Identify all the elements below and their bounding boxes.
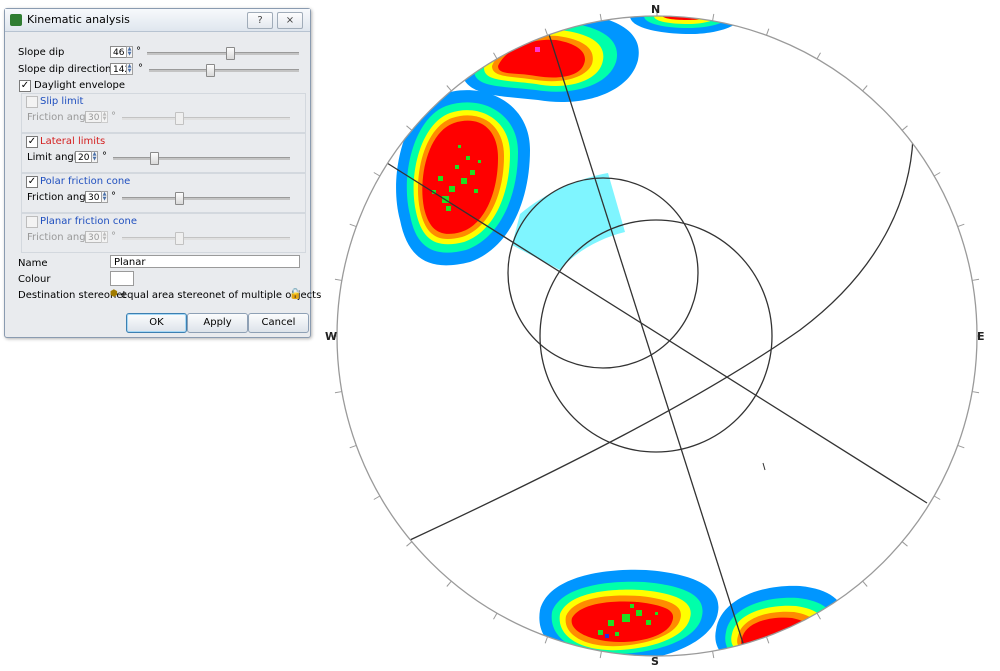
slip-limit-friction-spinner[interactable]: ▲ ▼	[101, 111, 108, 123]
apply-button[interactable]: Apply	[187, 313, 248, 333]
slip-limit-friction-slider-track[interactable]	[122, 117, 290, 120]
degree-tick	[544, 636, 549, 644]
slope-dip-direction-spinner[interactable]: ▲ ▼	[126, 63, 133, 75]
polar-friction-slider-thumb[interactable]	[174, 192, 184, 205]
planar-friction-cone-label: Planar friction cone	[40, 216, 138, 227]
pole-density-cluster-north	[630, 16, 741, 34]
pole-density-cluster-south	[539, 569, 719, 656]
degree-tick	[712, 651, 715, 659]
cancel-button[interactable]: Cancel	[248, 313, 309, 333]
degree-tick	[972, 391, 980, 394]
degree-tick	[599, 13, 602, 21]
degree-tick	[901, 541, 908, 547]
help-button[interactable]: ?	[247, 12, 273, 29]
slope-direction-line	[546, 27, 751, 656]
polar-friction-cone-label: Polar friction cone	[40, 176, 131, 187]
west-label: W	[325, 330, 338, 343]
slope-dip-label: Slope dip	[18, 47, 65, 58]
ok-button[interactable]: OK	[126, 313, 187, 333]
slip-limit-label: Slip limit	[40, 96, 84, 107]
degree-tick	[862, 85, 868, 92]
polar-friction-cone-checkbox[interactable]: ✓	[26, 176, 38, 188]
pole-density-cluster-southeast	[715, 585, 844, 656]
pole-density-cluster-west	[396, 90, 530, 266]
degree-tick	[373, 495, 381, 500]
daylight-envelope-checkbox[interactable]: ✓	[19, 80, 31, 92]
degree-tick	[544, 28, 549, 36]
limit-angle-spinner[interactable]: ▲ ▼	[91, 151, 98, 163]
degree-tick	[765, 636, 770, 644]
slope-dip-direction-label: Slope dip direction	[18, 64, 112, 75]
east-label: E	[977, 330, 985, 343]
degree-tick	[373, 172, 381, 177]
slip-limit-friction-unit: °	[111, 111, 116, 122]
slope-dip-slider-track[interactable]	[147, 52, 299, 55]
stereonet-object-icon: ⬢	[110, 289, 118, 299]
slip-limit-friction-slider-thumb[interactable]	[174, 112, 184, 125]
degree-tick	[901, 125, 908, 131]
degree-tick	[446, 85, 452, 92]
limit-angle-slider-thumb[interactable]	[150, 152, 160, 165]
degree-tick	[493, 612, 498, 620]
dialog-titlebar[interactable]: Kinematic analysis ? ⨯	[5, 9, 310, 32]
unlock-icon[interactable]: 🔓	[289, 289, 301, 300]
degree-tick	[957, 444, 965, 449]
polar-friction-angle-spinner[interactable]: ▲ ▼	[101, 191, 108, 203]
app-logo-icon	[10, 14, 22, 26]
degree-tick	[765, 28, 770, 36]
kinematic-analysis-dialog: Kinematic analysis ? ⨯ Slope dip 46 ▲ ▼ °…	[4, 8, 321, 338]
close-button[interactable]: ⨯	[277, 12, 303, 29]
degree-tick	[712, 13, 715, 21]
degree-tick	[406, 125, 413, 131]
slope-dip-direction-slider-track[interactable]	[149, 69, 299, 72]
degree-ticks	[330, 9, 984, 663]
dip-tick	[762, 462, 766, 471]
planar-friction-slider-thumb[interactable]	[174, 232, 184, 245]
planar-friction-angle-spinner[interactable]: ▲ ▼	[101, 231, 108, 243]
slope-dip-spinner[interactable]: ▲ ▼	[126, 46, 133, 58]
lateral-limits-label: Lateral limits	[40, 136, 106, 147]
south-label: S	[651, 655, 659, 668]
slope-dip-unit: °	[136, 46, 141, 57]
degree-tick	[446, 580, 452, 587]
degree-tick	[862, 580, 868, 587]
north-label: N	[651, 3, 661, 16]
colour-swatch[interactable]	[110, 271, 134, 286]
slope-dip-direction-unit: °	[138, 63, 143, 74]
degree-tick	[349, 223, 357, 228]
dialog-title: Kinematic analysis	[27, 13, 130, 26]
degree-tick	[406, 541, 413, 547]
limit-angle-unit: °	[102, 151, 107, 162]
colour-label: Colour	[18, 274, 51, 285]
degree-tick	[349, 444, 357, 449]
planar-friction-cone-checkbox[interactable]	[26, 216, 38, 228]
lateral-limits-checkbox[interactable]: ✓	[26, 136, 38, 148]
degree-tick	[334, 391, 342, 394]
degree-tick	[816, 52, 821, 60]
limit-angle-slider-track[interactable]	[113, 157, 290, 160]
degree-tick	[933, 495, 941, 500]
degree-tick	[816, 612, 821, 620]
degree-tick	[957, 223, 965, 228]
polar-friction-angle-unit: °	[111, 191, 116, 202]
slip-limit-checkbox[interactable]	[26, 96, 38, 108]
degree-tick	[334, 278, 342, 281]
daylight-envelope-label: Daylight envelope	[34, 80, 126, 91]
pole-density-cluster-top	[462, 16, 639, 103]
slope-dip-slider-thumb[interactable]	[226, 47, 236, 60]
degree-tick	[972, 278, 980, 281]
slope-dip-direction-slider-thumb[interactable]	[205, 64, 215, 77]
degree-tick	[599, 651, 602, 659]
name-input[interactable]: Planar	[110, 255, 300, 268]
name-label: Name	[18, 258, 48, 269]
planar-friction-angle-unit: °	[111, 231, 116, 242]
degree-tick	[493, 52, 498, 60]
degree-tick	[933, 172, 941, 177]
planar-friction-slider-track[interactable]	[122, 237, 290, 240]
polar-friction-slider-track[interactable]	[122, 197, 290, 200]
